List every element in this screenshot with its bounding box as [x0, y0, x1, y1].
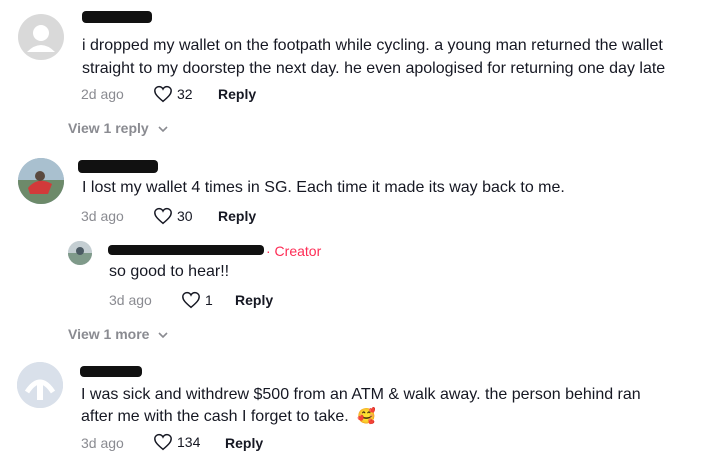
reply-button[interactable]: Reply	[218, 208, 256, 224]
view-replies-label: View 1 reply	[68, 120, 149, 136]
view-more-button[interactable]: View 1 more	[68, 326, 168, 342]
chevron-down-icon	[158, 126, 168, 133]
like-count: 32	[177, 86, 193, 102]
reply-button[interactable]: Reply	[235, 292, 273, 308]
smiling-hearts-emoji-icon: 🥰	[357, 408, 376, 425]
photo-avatar-icon	[18, 158, 64, 204]
reply-button[interactable]: Reply	[218, 86, 256, 102]
avatar[interactable]	[18, 14, 64, 60]
comment-time: 3d ago	[81, 208, 124, 224]
avatar[interactable]	[68, 241, 92, 265]
comment-text: straight to my doorstep the next day. he…	[82, 60, 666, 77]
chevron-down-icon	[158, 332, 168, 339]
reply-time: 3d ago	[109, 292, 152, 308]
avatar[interactable]	[18, 158, 64, 204]
comment-text: after me with the cash I forget to take.…	[81, 405, 376, 429]
photo-avatar-icon	[68, 241, 92, 265]
redacted-username[interactable]	[108, 245, 264, 255]
comment-text-line: after me with the cash I forget to take.	[81, 408, 349, 425]
comment-text: I lost my wallet 4 times in SG. Each tim…	[82, 179, 565, 196]
logo-avatar-icon	[17, 362, 63, 408]
comment-time: 3d ago	[81, 435, 124, 451]
comment-text: i dropped my wallet on the footpath whil…	[82, 37, 663, 54]
comment-text: I was sick and withdrew $500 from an ATM…	[81, 386, 641, 403]
like-count: 134	[177, 434, 201, 450]
redacted-username[interactable]	[82, 11, 152, 23]
heart-outline-icon[interactable]	[153, 433, 173, 451]
default-avatar-icon	[27, 25, 55, 52]
avatar[interactable]	[17, 362, 63, 408]
heart-outline-icon[interactable]	[153, 207, 173, 225]
reply-button[interactable]: Reply	[225, 435, 263, 451]
heart-outline-icon[interactable]	[153, 85, 173, 103]
view-replies-button[interactable]: View 1 reply	[68, 120, 168, 136]
reply-text: so good to hear!!	[109, 263, 230, 280]
like-count: 1	[205, 292, 213, 308]
view-more-label: View 1 more	[68, 326, 150, 342]
redacted-username[interactable]	[80, 366, 142, 377]
heart-outline-icon[interactable]	[181, 291, 201, 309]
redacted-username[interactable]	[78, 160, 158, 173]
creator-badge: · Creator	[266, 243, 322, 259]
like-count: 30	[177, 208, 193, 224]
comment-time: 2d ago	[81, 86, 124, 102]
